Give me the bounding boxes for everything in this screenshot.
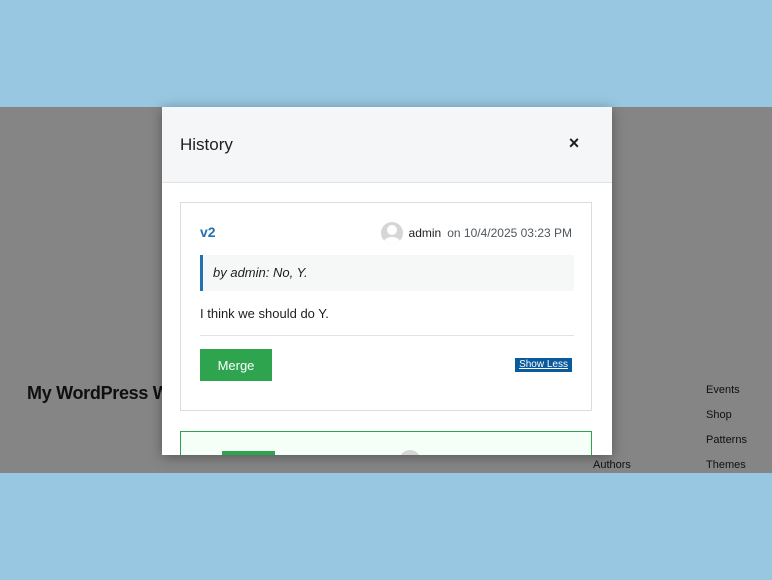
modal-header: History ×: [162, 107, 612, 183]
history-modal: History × v2 admin on 10/4/2025 03:23 PM…: [162, 107, 612, 455]
show-less-button[interactable]: Show Less: [515, 358, 572, 372]
close-icon[interactable]: ×: [564, 133, 584, 153]
revision-card: v2 admin on 10/4/2025 03:23 PM by admin:…: [180, 202, 592, 411]
current-version-badge: [222, 451, 275, 455]
revision-timestamp: on 10/4/2025 03:23 PM: [447, 226, 572, 240]
revision-card-2: [180, 431, 592, 455]
avatar: [380, 222, 403, 244]
revision-meta: admin on 10/4/2025 03:23 PM: [380, 222, 572, 244]
revision-quote: by admin: No, Y.: [200, 255, 574, 291]
avatar: [399, 450, 421, 455]
merge-button[interactable]: Merge: [200, 349, 272, 381]
modal-title: History: [180, 135, 233, 154]
revision-content: I think we should do Y.: [200, 306, 329, 321]
revision-author: admin: [408, 226, 442, 240]
revision-version: v2: [200, 224, 216, 240]
divider: [200, 335, 574, 336]
